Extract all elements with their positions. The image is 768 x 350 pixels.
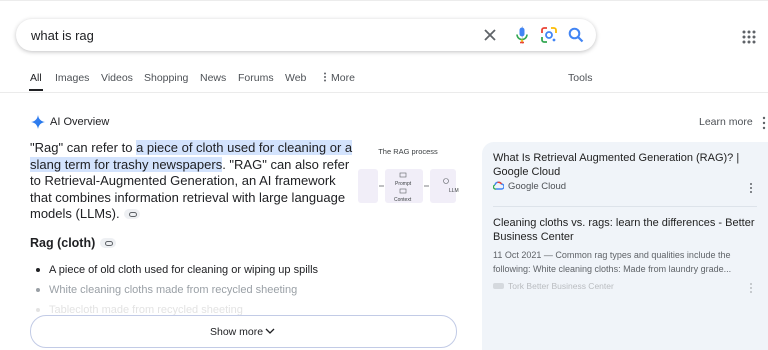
tab-forums[interactable]: Forums xyxy=(238,72,274,84)
tork-logo-icon xyxy=(493,283,504,289)
tab-shopping[interactable]: Shopping xyxy=(144,72,188,84)
apps-grid-icon[interactable] xyxy=(741,29,757,45)
tab-more-label: More xyxy=(331,72,355,84)
source-title[interactable]: Cleaning cloths vs. rags: learn the diff… xyxy=(493,217,758,244)
ai-overview-text: "Rag" can refer to a piece of cloth used… xyxy=(30,140,355,223)
show-more-label: Show more xyxy=(210,326,264,338)
source-title[interactable]: What Is Retrieval Augmented Generation (… xyxy=(493,152,743,179)
overview-text-part: "Rag" can refer to xyxy=(30,140,137,155)
tabs-divider xyxy=(0,92,768,93)
sources-panel: What Is Retrieval Augmented Generation (… xyxy=(482,142,768,350)
tab-more[interactable]: More xyxy=(323,72,355,84)
gemini-sparkle-icon xyxy=(31,115,45,129)
tab-videos[interactable]: Videos xyxy=(101,72,133,84)
more-options-icon[interactable] xyxy=(762,116,766,130)
search-input[interactable]: what is rag xyxy=(31,28,94,43)
ai-overview-title: AI Overview xyxy=(50,116,110,128)
list-item: White cleaning cloths made from recycled… xyxy=(36,280,318,300)
source-site: Google Cloud xyxy=(508,181,567,192)
source-site: Tork Better Business Center xyxy=(508,281,614,291)
list-item: A piece of old cloth used for cleaning o… xyxy=(36,260,318,280)
search-bar[interactable]: what is rag xyxy=(16,19,596,51)
active-tab-indicator xyxy=(29,89,43,91)
source-link-icon[interactable] xyxy=(123,208,140,219)
microphone-icon[interactable] xyxy=(512,25,532,45)
chevron-down-icon xyxy=(265,328,275,334)
figure-label-prompt: Prompt xyxy=(395,181,412,187)
section-link-icon[interactable] xyxy=(100,238,116,248)
rag-process-figure[interactable]: The RAG process Prompt Context LLM xyxy=(358,147,459,209)
bullet-list: A piece of old cloth used for cleaning o… xyxy=(36,260,318,320)
source-snippet: 11 Oct 2021 — Common rag types and quali… xyxy=(493,250,732,274)
section-heading: Rag (cloth) xyxy=(30,236,96,250)
more-vert-icon xyxy=(324,72,326,82)
figure-caption: The RAG process xyxy=(378,147,438,156)
more-vert-icon[interactable] xyxy=(749,282,753,294)
tab-news[interactable]: News xyxy=(200,72,226,84)
tab-web[interactable]: Web xyxy=(285,72,306,84)
google-cloud-logo-icon xyxy=(493,181,504,190)
more-vert-icon[interactable] xyxy=(749,182,753,194)
figure-label-llm: LLM xyxy=(449,188,459,194)
google-lens-icon[interactable] xyxy=(539,25,559,45)
learn-more-link[interactable]: Learn more xyxy=(699,116,753,128)
search-icon[interactable] xyxy=(566,25,586,45)
tab-images[interactable]: Images xyxy=(55,72,89,84)
show-more-button[interactable]: Show more xyxy=(30,315,457,348)
top-divider xyxy=(0,0,768,1)
figure-label-context: Context xyxy=(394,197,412,203)
tab-all[interactable]: All xyxy=(30,72,42,84)
tab-tools[interactable]: Tools xyxy=(568,72,593,84)
clear-icon[interactable] xyxy=(480,25,500,45)
panel-divider xyxy=(493,206,757,207)
